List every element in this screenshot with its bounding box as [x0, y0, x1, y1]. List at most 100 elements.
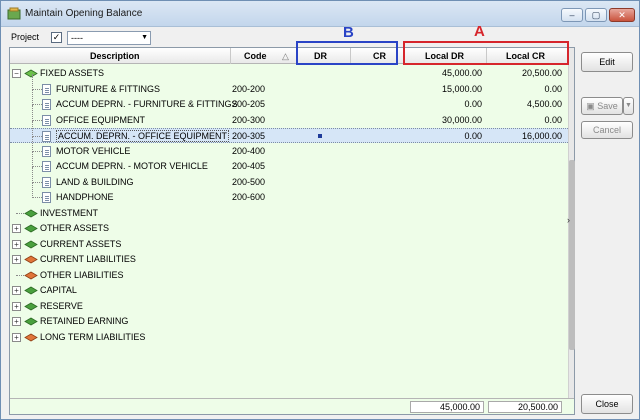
local-dr-value[interactable]: 0.00 — [410, 99, 482, 109]
expand-icon[interactable]: + — [12, 239, 21, 249]
save-button[interactable]: ▣ Save — [581, 97, 623, 115]
close-window-button[interactable]: ✕ — [609, 8, 635, 22]
account-description: MOTOR VEHICLE — [56, 145, 131, 156]
table-row[interactable]: + OTHER ASSETS — [10, 221, 568, 236]
account-code: 200-305 — [232, 131, 266, 141]
account-description: ACCUM DEPRN. - FURNITURE & FITTINGS — [56, 99, 238, 109]
account-doc-icon — [42, 192, 51, 203]
table-row[interactable]: − FIXED ASSETS 45,000.00 20,500.00 — [10, 66, 568, 81]
account-description: FURNITURE & FITTINGS — [56, 83, 160, 94]
edit-cursor-marker — [318, 134, 322, 138]
expand-icon[interactable]: + — [12, 332, 21, 342]
tree-connector — [32, 88, 42, 90]
account-doc-icon — [42, 145, 51, 157]
minimize-button[interactable]: – — [561, 8, 583, 22]
expand-icon[interactable]: + — [12, 286, 21, 295]
save-icon: ▣ — [586, 101, 595, 111]
maximize-button[interactable]: ▢ — [585, 8, 607, 22]
account-code: 200-600 — [232, 192, 266, 202]
account-description: ACCUM. DEPRN. - OFFICE EQUIPMENT — [56, 130, 230, 142]
tree-connector — [32, 182, 33, 198]
tree-connector — [32, 151, 33, 167]
table-row[interactable]: FURNITURE & FITTINGS 200-200 15,000.00 0.00 — [10, 73, 568, 97]
tree-connector — [32, 104, 33, 121]
account-description: CURRENT LIABILITIES — [40, 254, 136, 264]
chevron-right-icon[interactable]: › — [567, 215, 570, 225]
table-row[interactable]: ACCUM DEPRN. - FURNITURE & FITTINGS 200-2… — [10, 89, 568, 112]
table-row[interactable]: MOTOR VEHICLE 200-400 — [10, 135, 568, 159]
local-dr-value[interactable]: 30,000.00 — [410, 115, 482, 125]
table-row[interactable]: LAND & BUILDING 200-500 — [10, 166, 568, 190]
collapse-icon[interactable]: − — [12, 69, 21, 78]
account-doc-icon — [42, 176, 51, 188]
total-local-dr: 45,000.00 — [410, 401, 484, 413]
green-group-icon — [24, 209, 38, 217]
account-description: ACCUM DEPRN. - MOTOR VEHICLE — [56, 161, 208, 171]
account-description: OFFICE EQUIPMENT — [56, 114, 146, 125]
cancel-button[interactable]: Cancel — [581, 121, 633, 139]
scrollbar-thumb[interactable] — [569, 160, 575, 350]
column-divider — [230, 48, 231, 64]
table-row[interactable]: + CURRENT ASSETS — [10, 237, 568, 252]
local-dr-value[interactable]: 45,000.00 — [410, 68, 482, 78]
table-row[interactable]: + CAPITAL — [10, 283, 568, 298]
save-dropdown-button[interactable]: ▼ — [623, 97, 634, 115]
table-row[interactable]: + LONG TERM LIABILITIES — [10, 330, 568, 345]
window-title: Maintain Opening Balance — [25, 8, 143, 19]
table-row[interactable]: ACCUM. DEPRN. - OFFICE EQUIPMENT 200-305 0… — [10, 121, 568, 143]
green-group-icon — [24, 317, 38, 326]
tree-connector — [32, 181, 42, 183]
expand-icon[interactable]: + — [12, 301, 21, 311]
column-header-code[interactable]: Code — [244, 51, 267, 61]
account-code: 200-405 — [232, 161, 266, 171]
green-group-icon — [24, 286, 38, 295]
project-select-value: ---- — [71, 33, 83, 43]
account-doc-icon — [42, 131, 51, 142]
account-description: OTHER ASSETS — [40, 223, 110, 233]
green-group-icon — [24, 224, 38, 233]
edit-button[interactable]: Edit — [581, 52, 633, 72]
expand-icon[interactable]: + — [12, 224, 21, 233]
orange-group-icon — [24, 255, 38, 264]
tree-connector — [32, 136, 42, 137]
account-doc-icon — [42, 99, 51, 110]
project-checkbox[interactable]: ✓ — [51, 32, 62, 43]
project-select[interactable]: ---- ▼ — [67, 31, 151, 45]
totals-row: 45,000.00 20,500.00 — [10, 398, 574, 414]
table-row[interactable]: HANDPHONE 200-600 — [10, 182, 568, 205]
local-cr-value[interactable]: 20,500.00 — [488, 68, 562, 78]
local-cr-value[interactable]: 16,000.00 — [488, 131, 562, 141]
table-row[interactable]: ACCUM DEPRN. - MOTOR VEHICLE 200-405 — [10, 151, 568, 174]
table-row[interactable]: + RESERVE — [10, 299, 568, 314]
account-description: CURRENT ASSETS — [40, 238, 122, 249]
table-row[interactable]: OFFICE EQUIPMENT 200-300 30,000.00 0.00 — [10, 104, 568, 128]
column-header-description[interactable]: Description — [90, 51, 140, 61]
account-description: FIXED ASSETS — [40, 68, 105, 78]
chevron-down-icon: ▼ — [141, 34, 148, 41]
tree-connector — [32, 150, 42, 152]
local-cr-value[interactable]: 0.00 — [488, 84, 562, 94]
local-cr-value[interactable]: 4,500.00 — [488, 99, 562, 109]
local-dr-value[interactable]: 0.00 — [410, 131, 482, 141]
expand-icon[interactable]: + — [12, 317, 21, 326]
account-description: LAND & BUILDING — [56, 176, 134, 187]
account-code: 200-300 — [232, 114, 266, 125]
close-button[interactable]: Close — [581, 394, 633, 414]
local-dr-value[interactable]: 15,000.00 — [410, 84, 482, 94]
opening-balance-grid: Description Code △ DR CR Local DR Local … — [9, 47, 575, 415]
table-row[interactable]: OTHER LIABILITIES — [10, 268, 568, 283]
account-doc-icon — [42, 114, 51, 126]
table-row[interactable]: INVESTMENT — [10, 206, 568, 221]
account-doc-icon — [42, 161, 51, 172]
expand-icon[interactable]: + — [12, 255, 21, 264]
account-description: RETAINED EARNING — [40, 316, 129, 326]
table-row[interactable]: + RETAINED EARNING — [10, 314, 568, 329]
annotation-box-a — [403, 41, 569, 65]
local-cr-value[interactable]: 0.00 — [488, 115, 562, 125]
sort-ascending-icon: △ — [282, 51, 289, 61]
orange-group-icon — [24, 333, 38, 341]
table-row[interactable]: + CURRENT LIABILITIES — [10, 252, 568, 267]
account-code: 200-205 — [232, 99, 266, 109]
account-code: 200-400 — [232, 145, 266, 156]
tree-connector — [32, 135, 33, 152]
